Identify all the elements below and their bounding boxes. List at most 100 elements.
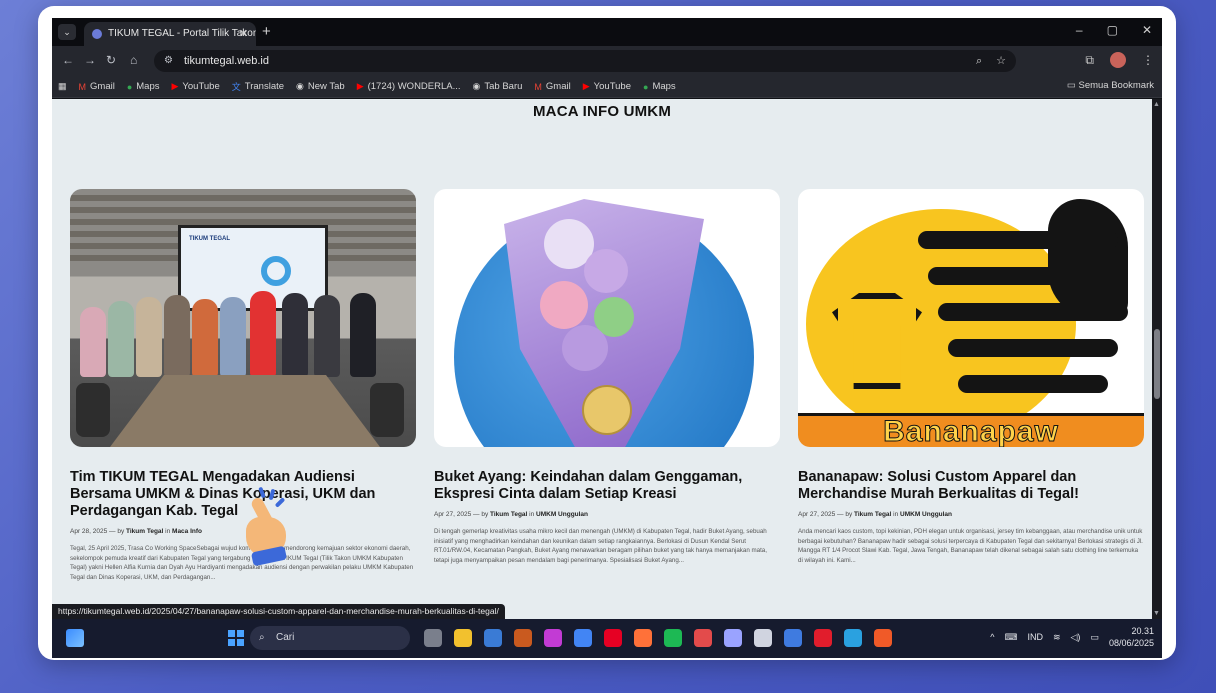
maps-icon: ●	[643, 81, 649, 92]
volume-icon[interactable]: ◁)	[1071, 632, 1081, 643]
new-tab-button[interactable]: +	[262, 22, 271, 42]
page-viewport: MACA INFO UMKM TIKUM TEGAL Tim TIKUM TEG…	[52, 99, 1152, 619]
article-2-category[interactable]: UMKM Unggulan	[536, 511, 588, 518]
clock[interactable]: 20.31 08/06/2025	[1109, 625, 1154, 649]
address-bar[interactable]: ⚙ tikumtegal.web.id ⌕ ☆	[154, 50, 1016, 72]
article-3-image[interactable]: Bananapaw	[798, 189, 1144, 447]
scroll-up-icon[interactable]: ▲	[1153, 101, 1160, 108]
all-bookmarks-button[interactable]: ▭ Semua Bookmark	[1067, 80, 1154, 91]
taskbar-app-icon[interactable]	[424, 629, 442, 647]
bookmark-tab-baru[interactable]: ◉ Tab Baru	[473, 81, 523, 92]
wifi-icon[interactable]: ≋	[1053, 632, 1061, 643]
taskbar: ⌕ Cari ^ ⌨ IND ≋ ◁) ▭ 20.31 08/06/2025	[52, 619, 1162, 658]
article-card-2[interactable]: Buket Ayang: Keindahan dalam Genggaman, …	[434, 189, 780, 565]
taskbar-app-icon[interactable]	[574, 629, 592, 647]
youtube-icon: ▶	[171, 81, 179, 91]
maps-icon: ●	[126, 81, 133, 92]
language-indicator[interactable]: IND	[1027, 632, 1043, 642]
taskbar-app-icon[interactable]	[754, 629, 772, 647]
taskbar-app-icon[interactable]	[784, 629, 802, 647]
taskbar-app-icon[interactable]	[664, 629, 682, 647]
browser-tab[interactable]: TIKUM TEGAL - Portal Tilik Takon ✕	[84, 22, 256, 46]
bookmark-maps-2[interactable]: ● Maps	[643, 81, 676, 92]
bookmark-new-tab[interactable]: ◉ New Tab	[296, 81, 345, 92]
taskbar-app-icon[interactable]	[724, 629, 742, 647]
start-button[interactable]	[228, 630, 244, 646]
bookmark-star-icon[interactable]: ☆	[996, 50, 1006, 72]
page-scrollbar[interactable]: ▲ ▼	[1152, 99, 1162, 619]
tab-title: TIKUM TEGAL - Portal Tilik Takon	[108, 28, 256, 39]
article-3-excerpt: Anda mencari kaos custom, topi kekinian,…	[798, 528, 1143, 564]
article-3-title[interactable]: Bananapaw: Solusi Custom Apparel dan Mer…	[798, 469, 1144, 503]
article-3-meta: Apr 27, 2025 — by Tikum Tegal in UMKM Un…	[798, 511, 953, 518]
pinned-apps	[424, 629, 892, 647]
taskbar-app-icon[interactable]	[844, 629, 862, 647]
forward-arrow-icon[interactable]: →	[84, 53, 96, 67]
home-icon[interactable]: ⌂	[130, 53, 137, 67]
bookmark-gmail[interactable]: M Gmail	[79, 81, 115, 92]
article-2-meta: Apr 27, 2025 — by Tikum Tegal in UMKM Un…	[434, 511, 589, 518]
taskbar-app-icon[interactable]	[544, 629, 562, 647]
screen: ⌄ TIKUM TEGAL - Portal Tilik Takon ✕ + –…	[52, 18, 1162, 658]
taskbar-app-icon[interactable]	[874, 629, 892, 647]
tab-bar: ⌄ TIKUM TEGAL - Portal Tilik Takon ✕ + –…	[52, 18, 1162, 46]
close-tab-icon[interactable]: ✕	[239, 22, 248, 46]
battery-icon[interactable]: ▭	[1090, 632, 1099, 643]
article-1-image[interactable]: TIKUM TEGAL	[70, 189, 416, 447]
article-2-excerpt: Di tengah gemerlap kreativitas usaha mik…	[434, 528, 767, 564]
minimize-button[interactable]: –	[1076, 23, 1083, 37]
close-window-button[interactable]: ✕	[1142, 23, 1152, 37]
scroll-thumb[interactable]	[1154, 329, 1160, 399]
taskbar-app-icon[interactable]	[814, 629, 832, 647]
search-icon: ⌕	[259, 632, 265, 643]
url-text: tikumtegal.web.id	[184, 55, 269, 67]
bananapaw-logo-text: Bananapaw	[798, 413, 1144, 447]
system-tray: ^ ⌨ IND ≋ ◁) ▭ 20.31 08/06/2025	[990, 625, 1154, 649]
gmail-icon: M	[78, 81, 87, 92]
reload-icon[interactable]: ↻	[106, 53, 116, 67]
bookmark-youtube[interactable]: ▶ YouTube	[172, 81, 220, 92]
article-3-category[interactable]: UMKM Unggulan	[900, 511, 952, 518]
article-3-author[interactable]: Tikum Tegal	[854, 511, 891, 518]
navigation-bar: ← → ↻ ⌂ ⚙ tikumtegal.web.id ⌕ ☆ ⧉ ⋮	[52, 46, 1162, 76]
bookmark-maps[interactable]: ● Maps	[127, 81, 160, 92]
folder-icon: ▭	[1066, 80, 1079, 91]
taskbar-app-icon[interactable]	[694, 629, 712, 647]
article-2-image[interactable]	[434, 189, 780, 447]
article-2-title[interactable]: Buket Ayang: Keindahan dalam Genggaman, …	[434, 469, 780, 503]
widgets-icon[interactable]	[66, 629, 84, 647]
article-card-3[interactable]: Bananapaw Bananapaw: Solusi Custom Appar…	[798, 189, 1144, 565]
taskbar-app-icon[interactable]	[514, 629, 532, 647]
bookmarks-bar: ▦ M Gmail ● Maps ▶ YouTube 文 Translate ◉ New …	[52, 76, 1162, 98]
site-favicon-icon	[92, 29, 102, 39]
extensions-icon[interactable]: ⧉	[1085, 53, 1094, 68]
maximize-button[interactable]: ▢	[1107, 23, 1118, 37]
menu-kebab-icon[interactable]: ⋮	[1142, 53, 1154, 67]
taskbar-app-icon[interactable]	[454, 629, 472, 647]
taskbar-app-icon[interactable]	[634, 629, 652, 647]
article-1-category[interactable]: Maca Info	[172, 528, 202, 535]
device-frame: ⌄ TIKUM TEGAL - Portal Tilik Takon ✕ + –…	[38, 6, 1176, 660]
article-1-author[interactable]: Tikum Tegal	[126, 528, 163, 535]
taskbar-search[interactable]: ⌕ Cari	[250, 626, 410, 650]
chrome-icon: ◉	[472, 81, 481, 91]
tray-chevron-icon[interactable]: ^	[990, 632, 994, 642]
profile-avatar[interactable]	[1110, 52, 1126, 68]
youtube-icon: ▶	[356, 81, 364, 91]
apps-grid-icon[interactable]: ▦	[58, 81, 67, 92]
taskbar-app-icon[interactable]	[484, 629, 502, 647]
back-arrow-icon[interactable]: ←	[62, 53, 74, 67]
site-info-icon[interactable]: ⚙	[164, 50, 173, 72]
meeting-table	[110, 375, 380, 447]
taskbar-app-icon[interactable]	[604, 629, 622, 647]
zoom-icon[interactable]: ⌕	[976, 50, 982, 72]
bookmark-translate[interactable]: 文 Translate	[232, 80, 284, 93]
article-2-author[interactable]: Tikum Tegal	[490, 511, 527, 518]
chrome-icon: ◉	[296, 81, 304, 91]
scroll-down-icon[interactable]: ▼	[1153, 610, 1160, 617]
bookmark-youtube-2[interactable]: ▶ YouTube	[583, 81, 631, 92]
bookmark-gmail-2[interactable]: M Gmail	[534, 81, 570, 92]
keyboard-icon[interactable]: ⌨	[1004, 632, 1017, 643]
tab-search-button[interactable]: ⌄	[58, 24, 76, 40]
bookmark-wonderla[interactable]: ▶ (1724) WONDERLA...	[357, 81, 461, 92]
